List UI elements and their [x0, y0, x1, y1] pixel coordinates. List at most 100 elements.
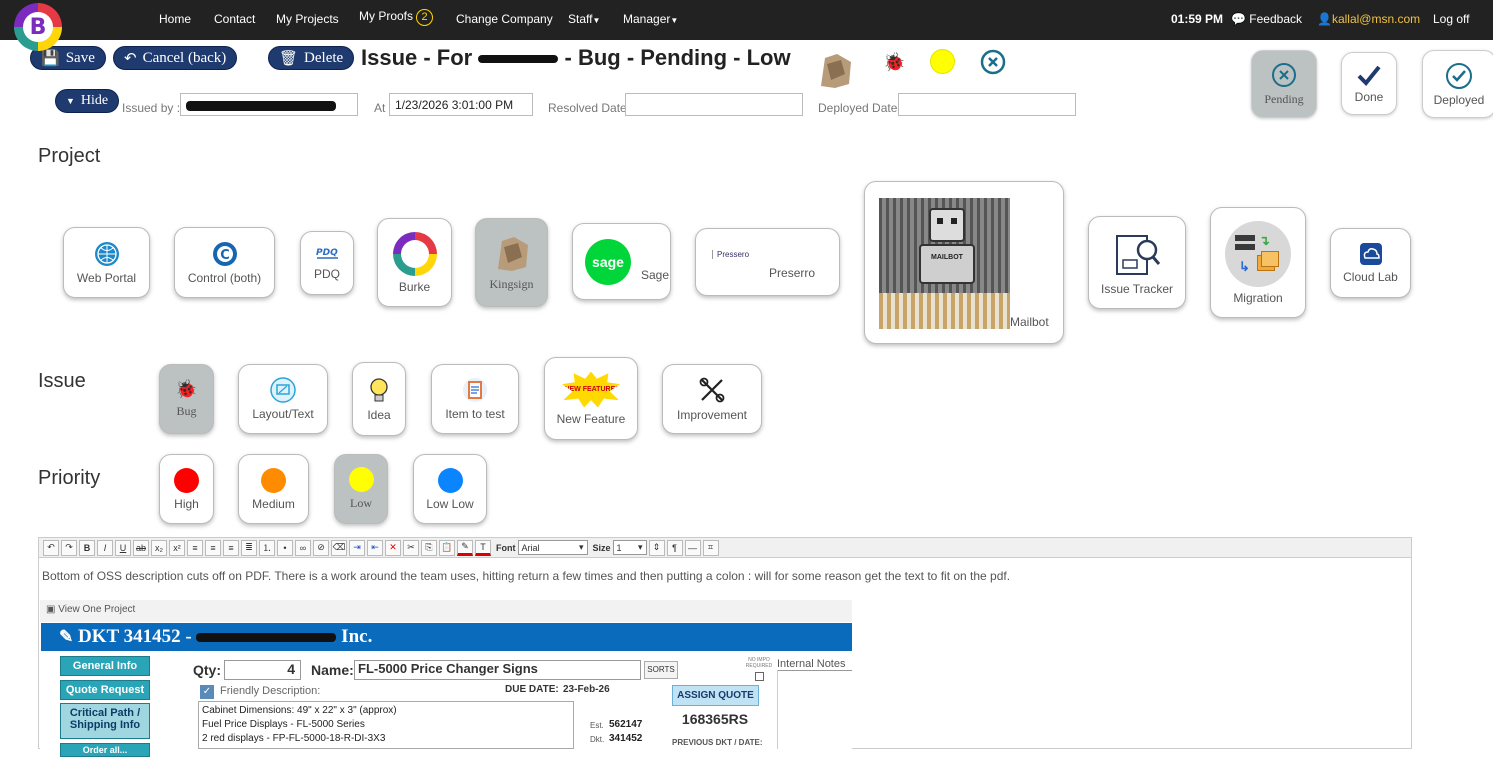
- subscript-icon[interactable]: x₂: [151, 539, 167, 556]
- nav-user[interactable]: 👤kallal@msn.com: [1317, 12, 1420, 26]
- nav-user-label: kallal@msn.com: [1331, 12, 1421, 26]
- caret-down-icon: ▼: [592, 16, 601, 25]
- svg-text:PDQ: PDQ: [316, 248, 338, 258]
- nav-manager-label: Manager: [623, 12, 671, 26]
- layout-icon: [270, 377, 296, 403]
- redo-icon[interactable]: ↷: [61, 539, 77, 556]
- copy-icon[interactable]: ⎘: [421, 539, 437, 556]
- issue-type-idea[interactable]: Idea: [352, 362, 406, 436]
- embed-header-suffix: Inc.: [341, 626, 373, 647]
- strikethrough-icon[interactable]: ab: [133, 539, 149, 556]
- project-pdq[interactable]: PDQ PDQ: [300, 231, 354, 295]
- cancel-button[interactable]: ↶ Cancel (back): [113, 46, 238, 70]
- delete-format-icon[interactable]: ✕: [385, 539, 401, 556]
- ordered-list-icon[interactable]: ⒈: [259, 539, 275, 556]
- priority-medium[interactable]: Medium: [238, 454, 309, 524]
- caret-down-icon: ▼: [66, 96, 75, 106]
- issued-at-field[interactable]: 1/23/2026 3:01:00 PM: [389, 93, 533, 116]
- eraser-icon[interactable]: ⌫: [331, 539, 347, 556]
- svg-text:C: C: [220, 248, 230, 263]
- deployed-date-field[interactable]: [898, 93, 1076, 116]
- priority-low-low[interactable]: Low Low: [413, 454, 487, 524]
- embed-description-box: Cabinet Dimensions: 49" x 22" x 3" (appr…: [198, 701, 574, 749]
- issue-type-improvement[interactable]: Improvement: [662, 364, 762, 434]
- indent-icon[interactable]: ⇥: [349, 539, 365, 556]
- status-deployed-button[interactable]: Deployed: [1422, 50, 1493, 118]
- align-center-icon[interactable]: ≡: [205, 539, 221, 556]
- source-icon[interactable]: ⌗: [702, 539, 719, 556]
- project-kingsign[interactable]: Kingsign: [475, 218, 548, 307]
- superscript-icon[interactable]: x²: [169, 539, 185, 556]
- delete-button[interactable]: 🗑 Delete: [268, 46, 355, 70]
- check-box-icon: ✓: [200, 685, 214, 699]
- project-migration[interactable]: ↳ ↴ Migration: [1210, 207, 1306, 318]
- orange-dot-icon: [261, 467, 286, 493]
- nav-my-proofs[interactable]: My Proofs 2: [359, 9, 434, 26]
- nav-my-projects[interactable]: My Projects: [276, 12, 339, 26]
- project-mailbot[interactable]: MAILBOT Mailbot: [864, 181, 1064, 344]
- blue-dot-icon: [437, 467, 463, 493]
- cut-icon[interactable]: ✂: [403, 539, 419, 556]
- embed-desc-line: Cabinet Dimensions: 49" x 22" x 3" (appr…: [202, 705, 397, 716]
- status-pending-label: Pending: [1264, 91, 1304, 106]
- app-logo[interactable]: B: [14, 3, 62, 51]
- nav-contact[interactable]: Contact: [214, 12, 255, 26]
- nav-change-company[interactable]: Change Company: [456, 12, 553, 26]
- project-preserro[interactable]: Pressero Preserro: [695, 228, 840, 296]
- nav-feedback[interactable]: 💬 Feedback: [1231, 12, 1302, 26]
- project-web-portal[interactable]: Web Portal: [63, 227, 150, 298]
- hr-icon[interactable]: ―: [684, 539, 701, 556]
- embed-name-field: FL-5000 Price Changer Signs: [354, 660, 641, 680]
- embed-previous-label: PREVIOUS DKT / DATE:: [672, 738, 763, 747]
- bug-icon: 🐞: [175, 379, 198, 399]
- project-issue-tracker[interactable]: Issue Tracker: [1088, 216, 1186, 309]
- align-right-icon[interactable]: ≡: [223, 539, 239, 556]
- nav-manager[interactable]: Manager▼: [623, 12, 678, 26]
- paragraph-icon[interactable]: ¶: [666, 539, 683, 556]
- underline-icon[interactable]: U: [115, 539, 131, 556]
- outdent-icon[interactable]: ⇤: [367, 539, 383, 556]
- nav-logoff[interactable]: Log off: [1433, 12, 1469, 26]
- project-label: Web Portal: [76, 270, 137, 285]
- unordered-list-icon[interactable]: •: [277, 539, 293, 556]
- page-title: Issue - For - Bug - Pending - Low: [361, 45, 791, 71]
- size-select[interactable]: 1 ▾: [612, 540, 647, 555]
- redaction: [186, 100, 336, 111]
- italic-icon[interactable]: I: [97, 539, 113, 556]
- project-control[interactable]: C Control (both): [174, 227, 275, 298]
- font-color-icon[interactable]: T: [475, 539, 491, 556]
- project-cloud-lab[interactable]: Cloud Lab: [1330, 228, 1411, 298]
- comment-icon: 💬: [1231, 12, 1246, 26]
- nav-home[interactable]: Home: [159, 12, 191, 26]
- issue-type-bug[interactable]: 🐞 Bug: [159, 364, 214, 434]
- proofs-count-badge: 2: [416, 9, 434, 26]
- status-done-label: Done: [1354, 90, 1384, 104]
- highlight-icon[interactable]: ✎: [457, 539, 473, 556]
- undo-icon[interactable]: ↶: [43, 539, 59, 556]
- project-sage[interactable]: sage Sage: [572, 223, 671, 300]
- justify-icon[interactable]: ≣: [241, 539, 257, 556]
- project-burke[interactable]: Burke: [377, 218, 452, 307]
- paste-icon[interactable]: 📋: [439, 539, 455, 556]
- close-circle-icon[interactable]: [980, 49, 1006, 80]
- line-height-icon[interactable]: ⇕: [648, 539, 665, 556]
- bold-icon[interactable]: B: [79, 539, 95, 556]
- link-icon[interactable]: ∞: [295, 539, 311, 556]
- issue-type-layout[interactable]: Layout/Text: [238, 364, 328, 434]
- font-select[interactable]: Arial ▾: [517, 540, 588, 555]
- issue-type-item-to-test[interactable]: Item to test: [431, 364, 519, 434]
- nav-staff[interactable]: Staff▼: [568, 12, 600, 26]
- priority-high[interactable]: High: [159, 454, 214, 524]
- status-done-button[interactable]: Done: [1341, 52, 1397, 115]
- priority-low[interactable]: Low: [334, 454, 388, 524]
- hide-button[interactable]: ▼ Hide: [55, 89, 120, 113]
- c-logo-icon: C: [212, 241, 237, 266]
- font-value: Arial: [521, 542, 540, 553]
- resolved-date-field[interactable]: [625, 93, 803, 116]
- status-pending-button[interactable]: Pending: [1251, 50, 1317, 118]
- issued-by-field[interactable]: [180, 93, 358, 116]
- unlink-icon[interactable]: ⊘: [313, 539, 329, 556]
- chevron-down-icon: ▾: [637, 542, 643, 552]
- align-left-icon[interactable]: ≡: [187, 539, 203, 556]
- issue-type-new-feature[interactable]: NEW FEATURE! New Feature: [544, 357, 638, 440]
